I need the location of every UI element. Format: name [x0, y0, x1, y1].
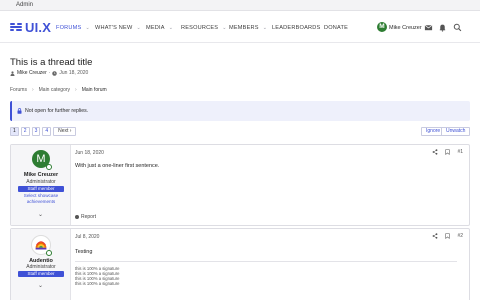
post-1: M Mike Creuzer Administrator Staff membe… [10, 144, 470, 226]
user-avatar[interactable]: M [377, 22, 387, 32]
nav-donate[interactable]: DONATE [324, 25, 348, 31]
admin-bar: Admin [0, 0, 480, 11]
nav-forums[interactable]: FORUMS ⌄ [56, 25, 90, 31]
thread-title: This is a thread title [10, 57, 93, 68]
page-1-button[interactable]: 1 [10, 127, 19, 136]
post-user-cell: Audentio Administrator Staff member ⌄ [11, 229, 71, 300]
post-2: Audentio Administrator Staff member ⌄ Ju… [10, 228, 470, 300]
logo-mark-icon [10, 22, 23, 32]
nav-media[interactable]: MEDIA ⌄ [146, 25, 173, 31]
post-number[interactable]: #1 [457, 149, 463, 155]
nav-whats-new[interactable]: WHAT'S NEW ⌄ [95, 25, 141, 31]
chevron-down-icon: ⌄ [85, 25, 90, 31]
staff-banner: Staff member [18, 186, 64, 192]
main-navigation: UI.X FORUMS ⌄ WHAT'S NEW ⌄ MEDIA ⌄ RESOURCE… [0, 11, 480, 43]
post-body: With just a one-liner first sentence. [75, 163, 160, 169]
online-badge-icon [46, 164, 52, 170]
post-actions: #1 [432, 149, 463, 155]
post-user-title: Administrator [26, 179, 56, 185]
page-3-button[interactable]: 3 [31, 127, 41, 136]
post-main: Jun 18, 2020 #1 With just a one-liner fi… [72, 145, 469, 225]
nav-members[interactable]: MEMBERS ⌄ [229, 25, 267, 31]
chevron-right-icon: › [75, 87, 77, 93]
search-icon[interactable] [453, 23, 462, 32]
chevron-down-icon: ⌄ [136, 25, 141, 31]
nav-leaderboards[interactable]: LEADERBOARDS [272, 25, 320, 31]
lock-icon [17, 108, 22, 114]
locked-notice: Not open for further replies. [10, 101, 470, 121]
nav-resources[interactable]: RESOURCES ⌄ [181, 25, 227, 31]
share-icon[interactable] [432, 233, 438, 239]
chevron-down-icon: ⌄ [168, 25, 174, 31]
next-page-button[interactable]: Next › [53, 127, 77, 136]
chevron-down-icon[interactable]: ⌄ [38, 282, 43, 289]
notice-text: Not open for further replies. [25, 108, 89, 114]
chevron-down-icon: ⌄ [262, 25, 268, 31]
post-actions: #2 [432, 233, 463, 239]
breadcrumb-main-category[interactable]: Main category [39, 87, 70, 93]
user-icon [10, 70, 15, 76]
bookmark-icon[interactable] [445, 233, 451, 239]
breadcrumb: Forums › Main category › Main forum [10, 87, 107, 93]
bookmark-icon[interactable] [445, 149, 451, 155]
thread-meta: Mike Creuzer · Jun 18, 2020 [10, 70, 88, 76]
post-date[interactable]: Jul 8, 2020 [75, 234, 99, 240]
showcase-achievements-link[interactable]: Select showcase achievements [11, 193, 71, 205]
unwatch-button[interactable]: Unwatch [441, 127, 471, 136]
online-badge-icon [46, 250, 52, 256]
user-menu-name[interactable]: Mike Creuzer [389, 25, 422, 31]
post-user-cell: M Mike Creuzer Administrator Staff membe… [11, 145, 71, 225]
thread-author[interactable]: Mike Creuzer [17, 70, 47, 76]
chevron-down-icon[interactable]: ⌄ [38, 211, 43, 218]
thread-date[interactable]: Jun 18, 2020 [59, 70, 88, 76]
post-date[interactable]: Jun 18, 2020 [75, 150, 104, 156]
signature-line: this is 100% a signature [75, 281, 120, 286]
clock-icon [52, 70, 58, 76]
report-icon [75, 215, 79, 219]
share-icon[interactable] [432, 149, 438, 155]
post-signature: this is 100% a signature this is 100% a … [75, 261, 457, 286]
post-username[interactable]: Mike Creuzer [11, 172, 71, 178]
chevron-down-icon: ⌄ [222, 25, 227, 31]
pagination: 1 2 3 4 Next › [10, 127, 77, 136]
bell-icon[interactable] [438, 23, 447, 32]
post-user-title: Administrator [26, 264, 56, 270]
post-main: Jul 8, 2020 #2 Testing this is 100% a si… [72, 229, 469, 300]
report-link[interactable]: Report [75, 214, 96, 220]
page-4-button[interactable]: 4 [42, 127, 52, 136]
envelope-icon[interactable] [424, 23, 433, 32]
logo-text: UI.X [25, 19, 52, 35]
site-logo[interactable]: UI.X [10, 19, 52, 35]
breadcrumb-main-forum[interactable]: Main forum [82, 87, 107, 93]
post-number[interactable]: #2 [457, 233, 463, 239]
page-2-button[interactable]: 2 [20, 127, 30, 136]
chevron-right-icon: › [69, 128, 72, 134]
breadcrumb-forums[interactable]: Forums [10, 87, 27, 93]
post-body: Testing [75, 249, 93, 255]
chevron-right-icon: › [31, 87, 34, 93]
staff-banner: Staff member [18, 271, 64, 277]
admin-link[interactable]: Admin [16, 2, 33, 8]
